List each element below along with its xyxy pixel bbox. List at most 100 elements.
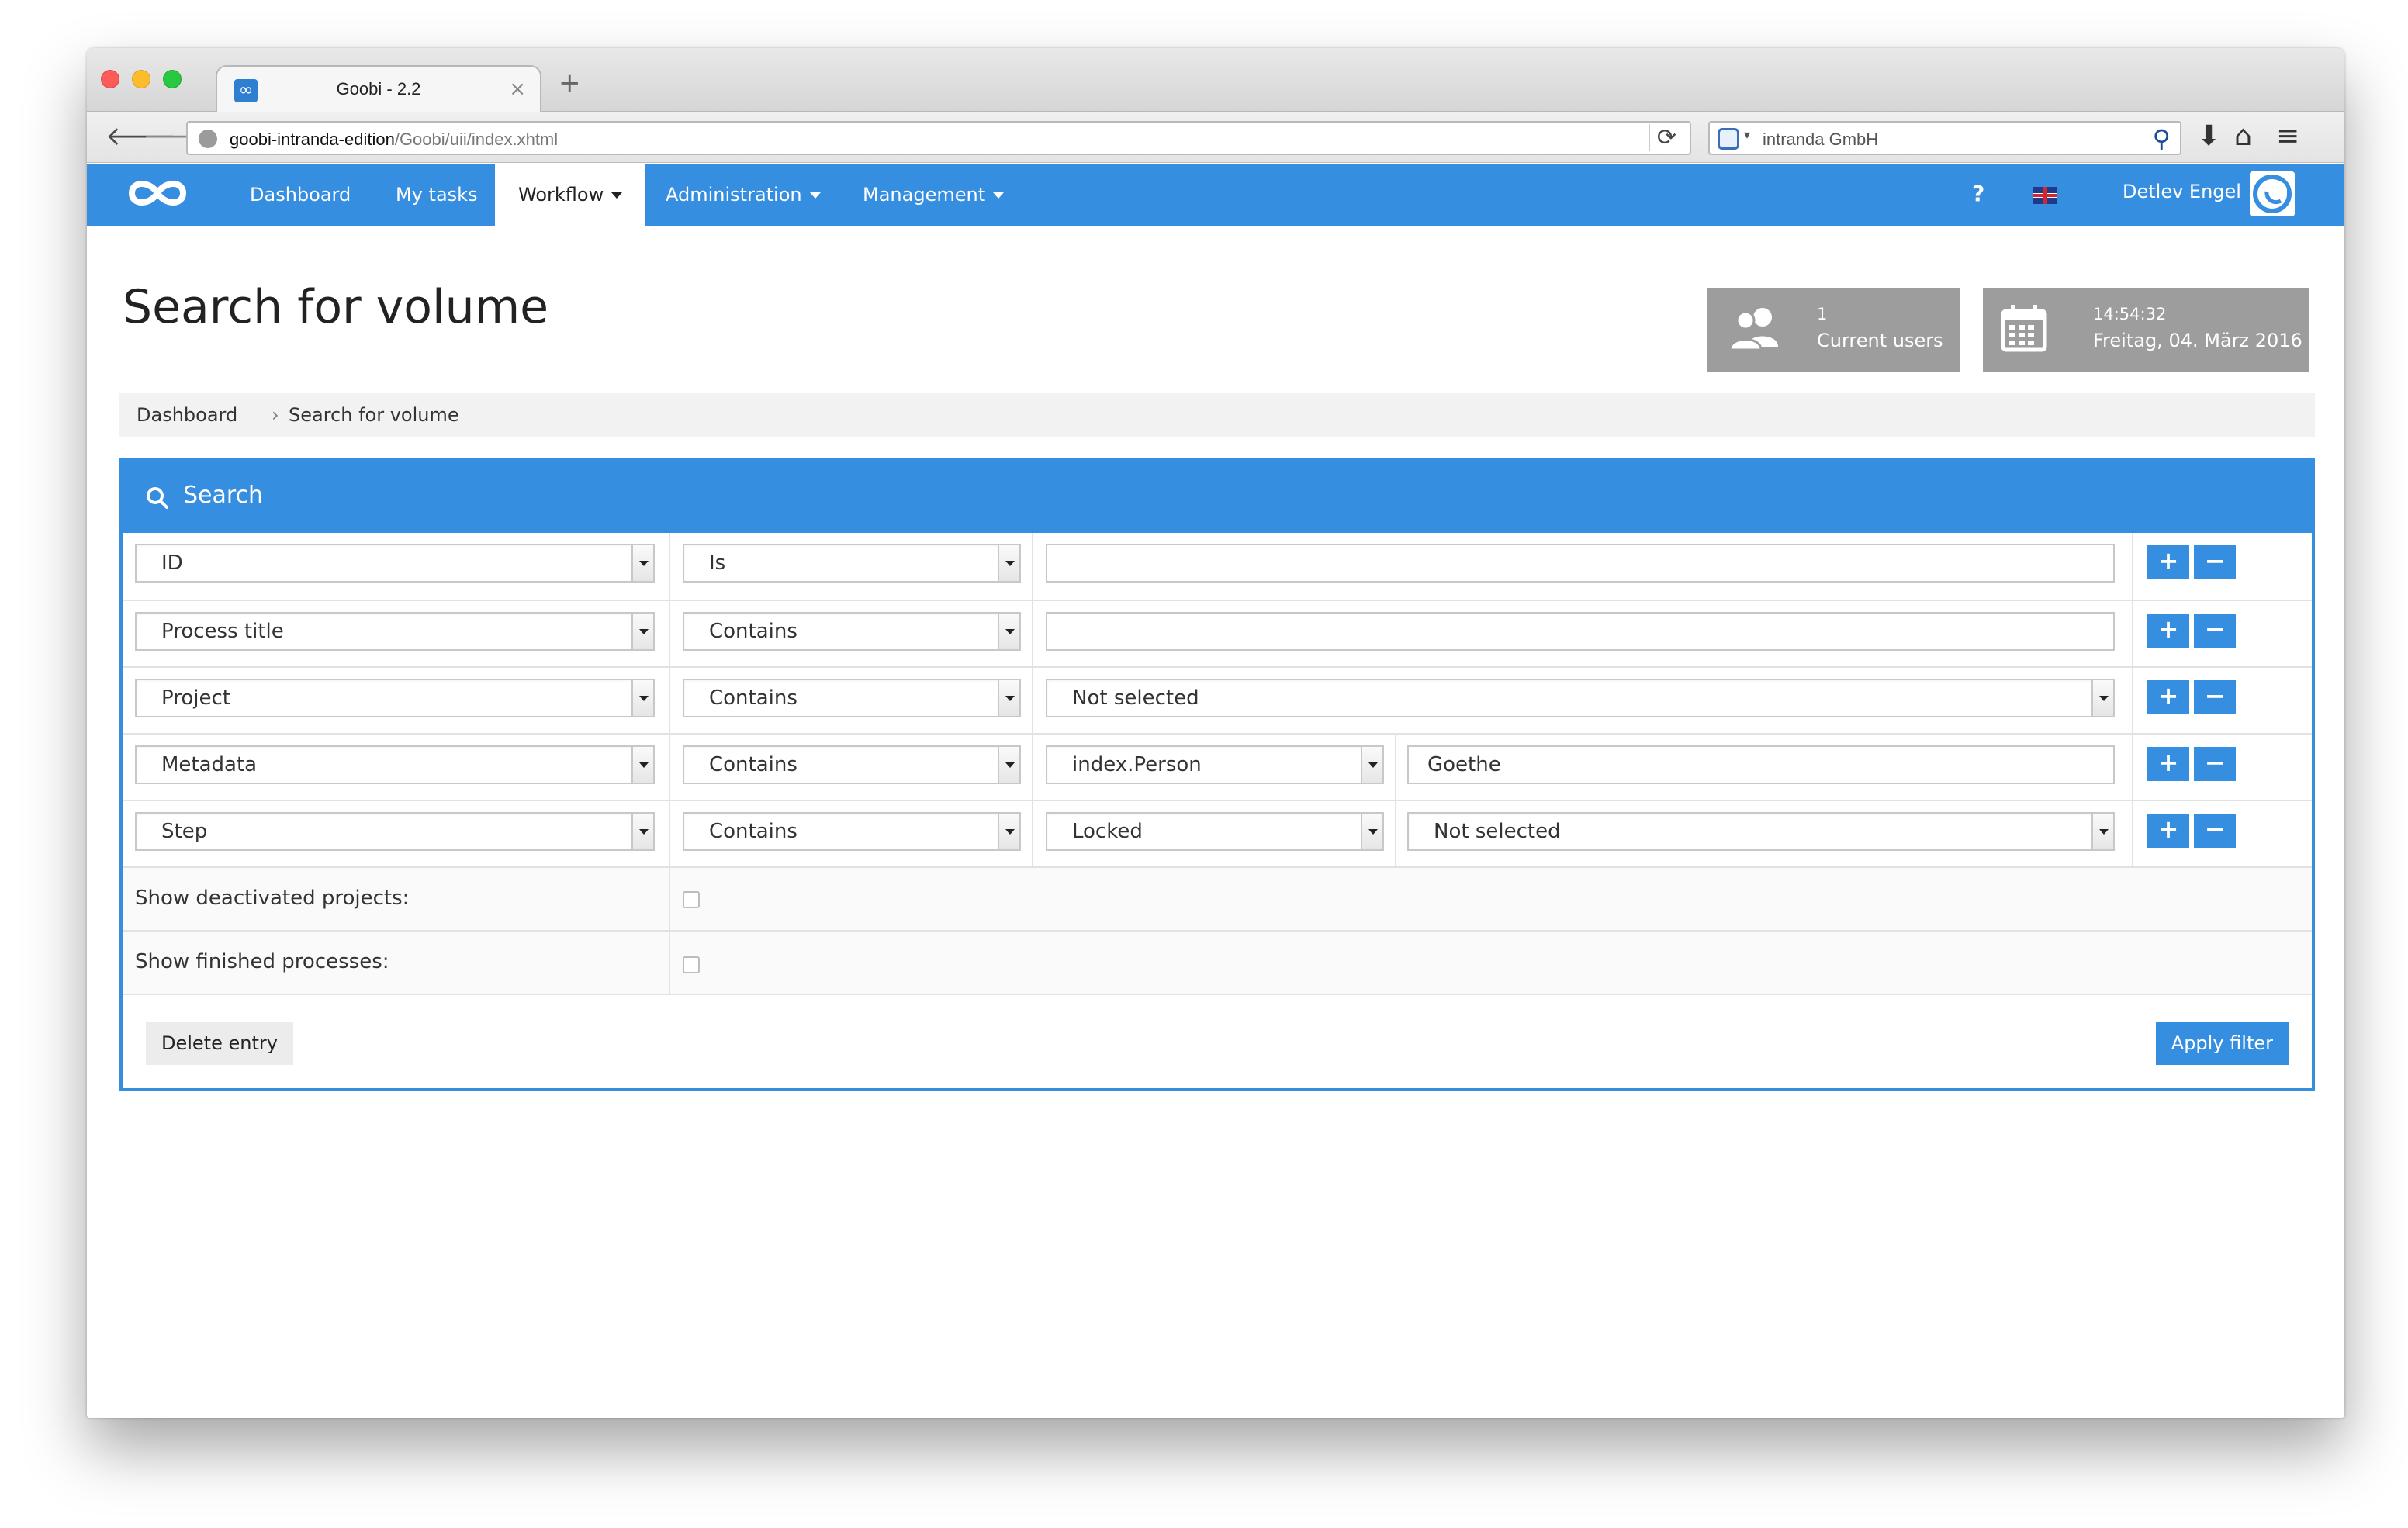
field-select-value: Project bbox=[161, 686, 230, 710]
add-row-button[interactable]: + bbox=[2147, 680, 2189, 714]
search-row: ID Is + − bbox=[123, 533, 2312, 600]
minimize-window-button[interactable] bbox=[132, 70, 150, 88]
tab-title: Goobi - 2.2 bbox=[336, 79, 421, 99]
field-select[interactable]: Metadata bbox=[135, 745, 655, 784]
field-select[interactable]: ID bbox=[135, 544, 655, 583]
add-row-button[interactable]: + bbox=[2147, 614, 2189, 648]
menu-icon[interactable]: ≡ bbox=[2276, 119, 2299, 154]
operator-select[interactable]: Contains bbox=[683, 745, 1021, 784]
chevron-down-icon[interactable]: ▾ bbox=[1744, 127, 1750, 142]
remove-row-button[interactable]: − bbox=[2194, 814, 2236, 848]
user-avatar-icon[interactable] bbox=[2250, 171, 2295, 216]
browser-window: ∞ Goobi - 2.2 × + 🡐 🡒 goobi-intranda-edi… bbox=[87, 48, 2344, 1418]
chevron-down-icon bbox=[998, 614, 1019, 649]
metadata-field-select-value: index.Person bbox=[1072, 753, 1202, 776]
url-bar[interactable]: goobi-intranda-edition/Goobi/uii/index.x… bbox=[186, 121, 1691, 155]
remove-row-button[interactable]: − bbox=[2194, 545, 2236, 579]
field-select-value: Metadata bbox=[161, 753, 258, 776]
metadata-field-select[interactable]: index.Person bbox=[1046, 745, 1384, 784]
help-icon[interactable]: ? bbox=[1972, 181, 1984, 206]
chevron-down-icon bbox=[998, 680, 1019, 716]
step-status-select-value: Locked bbox=[1072, 820, 1143, 843]
remove-row-button[interactable]: − bbox=[2194, 747, 2236, 781]
project-select[interactable]: Not selected bbox=[1046, 679, 2115, 717]
operator-select-value: Contains bbox=[709, 753, 797, 776]
metadata-value-input[interactable]: Goethe bbox=[1407, 745, 2115, 784]
step-select-value: Not selected bbox=[1434, 820, 1561, 843]
chevron-down-icon bbox=[631, 747, 653, 783]
nav-administration[interactable]: Administration bbox=[642, 164, 844, 226]
operator-select[interactable]: Contains bbox=[683, 612, 1021, 651]
current-users-box: 1 Current users bbox=[1707, 288, 1960, 372]
add-row-button[interactable]: + bbox=[2147, 545, 2189, 579]
add-row-button[interactable]: + bbox=[2147, 747, 2189, 781]
operator-select[interactable]: Contains bbox=[683, 812, 1021, 851]
nav-administration-label: Administration bbox=[666, 184, 802, 206]
search-icon bbox=[147, 487, 168, 509]
step-select[interactable]: Not selected bbox=[1407, 812, 2115, 851]
chevron-down-icon bbox=[2091, 680, 2113, 716]
operator-select[interactable]: Is bbox=[683, 544, 1021, 583]
nav-my-tasks[interactable]: My tasks bbox=[372, 164, 501, 226]
chevron-down-icon bbox=[631, 545, 653, 581]
breadcrumb-dashboard[interactable]: Dashboard bbox=[137, 404, 237, 426]
step-status-select[interactable]: Locked bbox=[1046, 812, 1384, 851]
nav-workflow[interactable]: Workflow bbox=[495, 164, 646, 226]
reload-icon[interactable]: ⟳ bbox=[1649, 124, 1683, 151]
goobi-logo-icon[interactable] bbox=[123, 170, 192, 216]
remove-row-button[interactable]: − bbox=[2194, 614, 2236, 648]
value-input[interactable] bbox=[1046, 544, 2115, 583]
current-users-count: 1 bbox=[1817, 305, 1828, 323]
current-users-label: Current users bbox=[1817, 330, 1943, 351]
browser-tabbar: ∞ Goobi - 2.2 × + bbox=[87, 48, 2344, 113]
chevron-down-icon bbox=[998, 747, 1019, 783]
maximize-window-button[interactable] bbox=[163, 70, 182, 88]
show-finished-checkbox[interactable] bbox=[683, 956, 700, 973]
chevron-down-icon bbox=[1361, 747, 1382, 783]
field-select[interactable]: Project bbox=[135, 679, 655, 717]
show-deactivated-checkbox[interactable] bbox=[683, 891, 700, 908]
breadcrumb-current: Search for volume bbox=[289, 404, 459, 426]
nav-dashboard[interactable]: Dashboard bbox=[227, 164, 374, 226]
nav-management[interactable]: Management bbox=[839, 164, 1027, 226]
tab-close-icon[interactable]: × bbox=[509, 78, 526, 101]
show-finished-label: Show finished processes: bbox=[135, 950, 389, 973]
remove-row-button[interactable]: − bbox=[2194, 680, 2236, 714]
browser-search-bar[interactable]: ▾ intranda GmbH ⚲ bbox=[1708, 121, 2181, 155]
uk-flag-icon[interactable] bbox=[2033, 187, 2057, 204]
current-time: 14:54:32 bbox=[2093, 305, 2167, 323]
search-engine-text[interactable]: intranda GmbH bbox=[1763, 130, 1878, 150]
main-navbar: Dashboard My tasks Workflow Administrati… bbox=[87, 164, 2344, 226]
add-row-button[interactable]: + bbox=[2147, 814, 2189, 848]
chevron-down-icon bbox=[1361, 814, 1382, 849]
operator-select[interactable]: Contains bbox=[683, 679, 1021, 717]
chevron-down-icon bbox=[631, 680, 653, 716]
nav-workflow-label: Workflow bbox=[518, 184, 604, 206]
url-text[interactable]: goobi-intranda-edition/Goobi/uii/index.x… bbox=[230, 130, 558, 150]
browser-tab[interactable]: ∞ Goobi - 2.2 × bbox=[216, 65, 541, 113]
chevron-down-icon bbox=[631, 614, 653, 649]
globe-icon bbox=[199, 130, 217, 148]
chevron-down-icon bbox=[631, 814, 653, 849]
user-name[interactable]: Detlev Engel bbox=[2123, 181, 2241, 202]
breadcrumb: Dashboard › Search for volume bbox=[119, 393, 2315, 437]
users-icon bbox=[1728, 308, 1778, 351]
operator-select-value: Contains bbox=[709, 620, 797, 643]
project-select-value: Not selected bbox=[1072, 686, 1199, 710]
delete-entry-button[interactable]: Delete entry bbox=[146, 1022, 293, 1065]
search-panel-header: Search bbox=[123, 462, 2312, 533]
search-engine-icon[interactable] bbox=[1718, 128, 1739, 150]
apply-filter-button[interactable]: Apply filter bbox=[2155, 1022, 2289, 1065]
magnifier-icon[interactable]: ⚲ bbox=[2153, 124, 2171, 154]
home-icon[interactable]: ⌂ bbox=[2234, 119, 2252, 154]
browser-toolbar: 🡐 🡒 goobi-intranda-edition/Goobi/uii/ind… bbox=[87, 112, 2344, 163]
field-select[interactable]: Process title bbox=[135, 612, 655, 651]
option-row: Show deactivated projects: bbox=[123, 866, 2312, 930]
new-tab-button[interactable]: + bbox=[559, 70, 581, 96]
value-input[interactable] bbox=[1046, 612, 2115, 651]
download-icon[interactable]: ⬇ bbox=[2197, 119, 2220, 154]
field-select[interactable]: Step bbox=[135, 812, 655, 851]
close-window-button[interactable] bbox=[101, 70, 119, 88]
search-row: Step Contains Locked Not selected + − bbox=[123, 800, 2312, 866]
show-deactivated-label: Show deactivated projects: bbox=[135, 887, 410, 910]
